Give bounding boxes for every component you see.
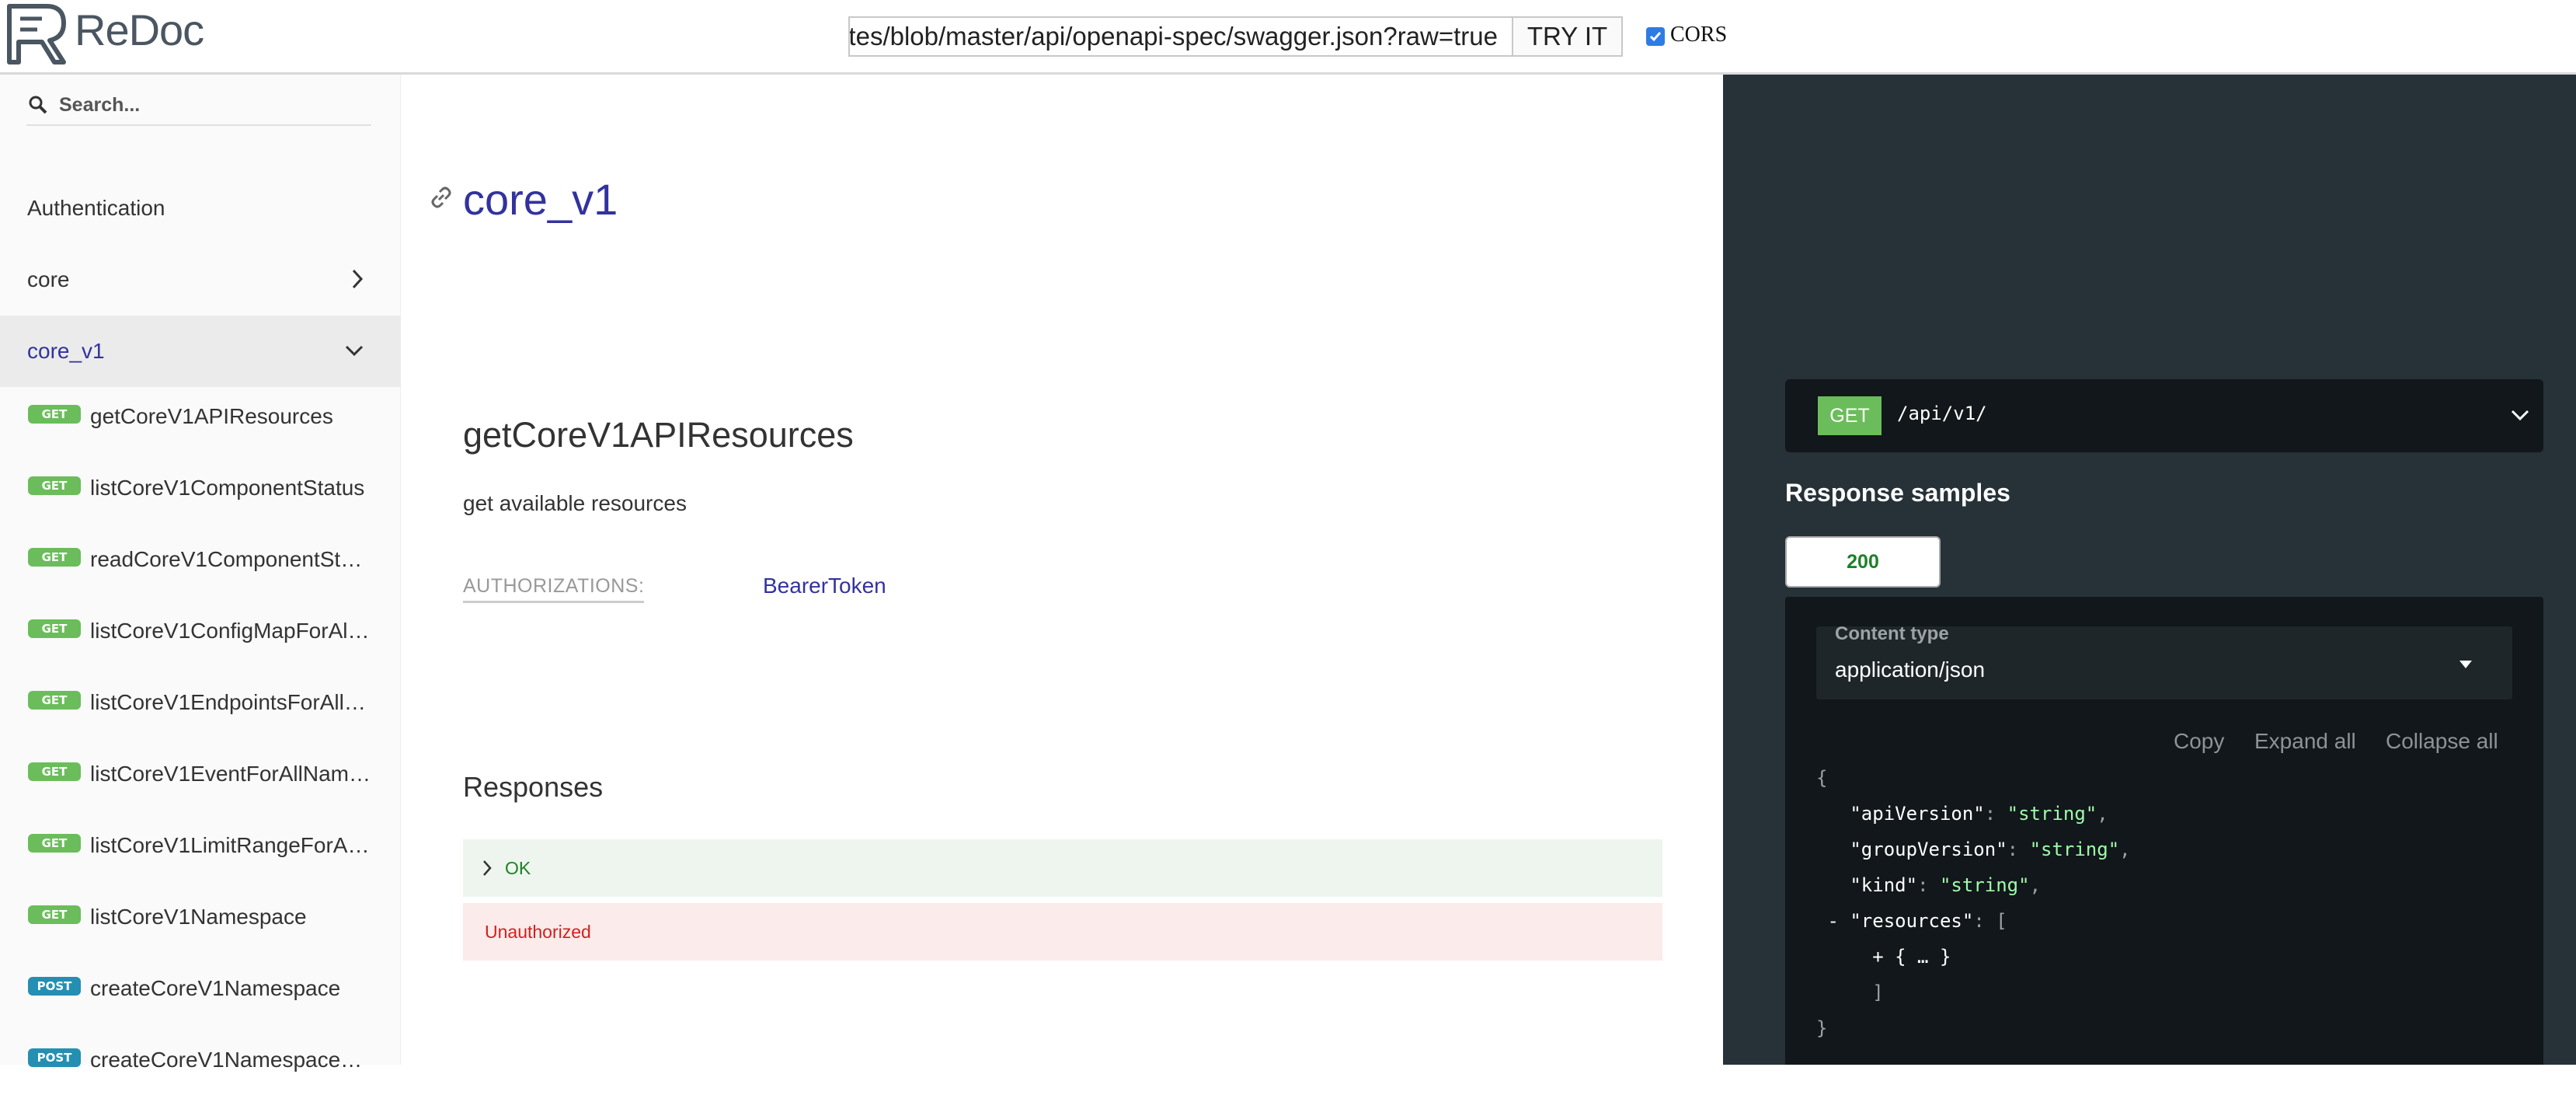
try-it-button[interactable]: TRY IT <box>1512 16 1623 57</box>
link-icon[interactable] <box>429 185 454 210</box>
operation-title: getCoreV1APIResources <box>463 415 854 455</box>
search-icon <box>29 96 47 114</box>
operation-label: listCoreV1LimitRangeForAllNamespaces <box>90 833 374 857</box>
method-badge-get: GET <box>28 405 81 424</box>
method-badge-get: GET <box>28 619 81 638</box>
sidebar-operation-list-endpoints[interactable]: GET listCoreV1EndpointsForAllNamespaces <box>0 673 401 745</box>
sidebar-operation-list-limit-range[interactable]: GET listCoreV1LimitRangeForAllNamespaces <box>0 816 401 888</box>
sidebar-operation-list-events[interactable]: GET listCoreV1EventForAllNamespaces <box>0 745 401 816</box>
method-badge-get: GET <box>28 834 81 853</box>
endpoint-path: /api/v1/ <box>1897 403 1987 424</box>
operation-label: listCoreV1EventForAllNamespaces <box>90 762 374 786</box>
caret-down-icon <box>2459 661 2472 668</box>
operation-label: listCoreV1ComponentStatus <box>90 476 365 500</box>
operation-label: listCoreV1EndpointsForAllNamespaces <box>90 690 374 714</box>
json-sample: { "apiVersion": "string", "groupVersion"… <box>1816 767 2131 1039</box>
cors-checkbox[interactable] <box>1646 27 1665 46</box>
endpoint-dropdown[interactable]: GET /api/v1/ <box>1785 379 2543 452</box>
tab-status-200[interactable]: 200 <box>1785 536 1941 588</box>
method-badge-get: GET <box>28 691 81 710</box>
json-key: "resources" <box>1850 910 1974 932</box>
method-badge-post: POST <box>28 1048 81 1067</box>
response-samples-title: Response samples <box>1785 479 2010 507</box>
operation-label: getCoreV1APIResources <box>90 404 333 428</box>
operation-label: readCoreV1ComponentStatus <box>90 547 374 571</box>
content-type-value: application/json <box>1835 657 1986 682</box>
method-badge-get: GET <box>28 762 81 781</box>
operation-description: get available resources <box>463 491 687 515</box>
sidebar-operation-list-namespace[interactable]: GET listCoreV1Namespace <box>0 888 401 959</box>
sidebar-item-label: core_v1 <box>27 339 105 363</box>
method-badge-get: GET <box>28 548 81 567</box>
right-panel: GET /api/v1/ Response samples 200 Conten… <box>1723 75 2576 1065</box>
chevron-right-icon <box>483 860 492 876</box>
chevron-down-icon <box>345 345 364 357</box>
sidebar-operation-create-namespace[interactable]: POST createCoreV1Namespace <box>0 959 401 1031</box>
check-icon <box>1649 32 1662 42</box>
top-bar: ReDoc https://raw.githubusercontent.com/… <box>0 0 2576 75</box>
authorization-link-bearer-token[interactable]: BearerToken <box>763 574 886 598</box>
expand-all-button[interactable]: Expand all <box>2254 729 2356 754</box>
response-code: 401 <box>494 1073 528 1095</box>
sidebar: Authentication core core_v1 GET getCoreV… <box>0 75 401 1072</box>
response-401-row[interactable]: — 401 Unauthorized <box>463 903 1662 1095</box>
sidebar-operation-get-core-v1-api-resources[interactable]: GET getCoreV1APIResources <box>0 387 401 459</box>
redoc-logo-icon <box>7 4 66 65</box>
sidebar-item-core-v1[interactable]: core_v1 <box>0 316 401 387</box>
chevron-right-icon <box>352 269 364 289</box>
content-type-select[interactable]: Content type application/json <box>1816 623 2512 699</box>
sidebar-item-authentication[interactable]: Authentication <box>0 173 401 244</box>
spec-url-input[interactable]: https://raw.githubusercontent.com/kubern… <box>848 16 1513 57</box>
method-badge-post: POST <box>28 977 81 996</box>
section-title: core_v1 <box>463 175 618 224</box>
cors-label: CORS <box>1670 23 1728 47</box>
sidebar-item-core[interactable]: core <box>0 244 401 316</box>
copy-button[interactable]: Copy <box>2174 729 2224 754</box>
search-input[interactable] <box>57 90 364 120</box>
operation-label: createCoreV1NamespacedBinding <box>90 1048 374 1072</box>
json-value: "string" <box>2029 839 2120 860</box>
sidebar-operation-list-config-map[interactable]: GET listCoreV1ConfigMapForAllNamespaces <box>0 602 401 673</box>
collapse-toggle[interactable]: - <box>1827 910 1838 932</box>
sidebar-operation-list-component-status[interactable]: GET listCoreV1ComponentStatus <box>0 459 401 530</box>
responses-title: Responses <box>463 771 604 803</box>
json-value: "string" <box>2007 803 2097 825</box>
response-sample-panel: Content type application/json Copy Expan… <box>1785 597 2543 1065</box>
content-type-label: Content type <box>1835 623 1949 644</box>
expand-item-toggle[interactable]: + { … } <box>1872 946 1951 968</box>
response-200-row[interactable]: 200 OK <box>463 839 1662 1031</box>
operation-label: listCoreV1Namespace <box>90 905 307 929</box>
sidebar-operation-read-component-status[interactable]: GET readCoreV1ComponentStatus <box>0 530 401 602</box>
endpoint-method-badge: GET <box>1818 396 1882 435</box>
logo-text: ReDoc <box>75 5 204 54</box>
operation-label: listCoreV1ConfigMapForAllNamespaces <box>90 619 374 643</box>
main-content: core_v1 getCoreV1APIResources get availa… <box>401 75 1723 1095</box>
json-value: "string" <box>1939 874 2030 896</box>
sidebar-item-label: Authentication <box>27 196 165 220</box>
response-code: 200 <box>494 1010 528 1031</box>
sidebar-item-label: core <box>27 267 70 291</box>
authorizations-label: AUTHORIZATIONS: <box>463 575 645 603</box>
response-text: Unauthorized <box>485 922 591 942</box>
spec-url-value: https://raw.githubusercontent.com/kubern… <box>848 22 1498 51</box>
collapse-all-button[interactable]: Collapse all <box>2386 729 2498 754</box>
operation-label: createCoreV1Namespace <box>90 976 341 1000</box>
method-badge-get: GET <box>28 905 81 924</box>
chevron-down-icon <box>2511 410 2529 421</box>
method-badge-get: GET <box>28 476 81 495</box>
search-box <box>26 85 371 126</box>
sidebar-operation-create-namespaced-binding[interactable]: POST createCoreV1NamespacedBinding <box>0 1031 401 1102</box>
response-text: OK <box>505 858 531 878</box>
